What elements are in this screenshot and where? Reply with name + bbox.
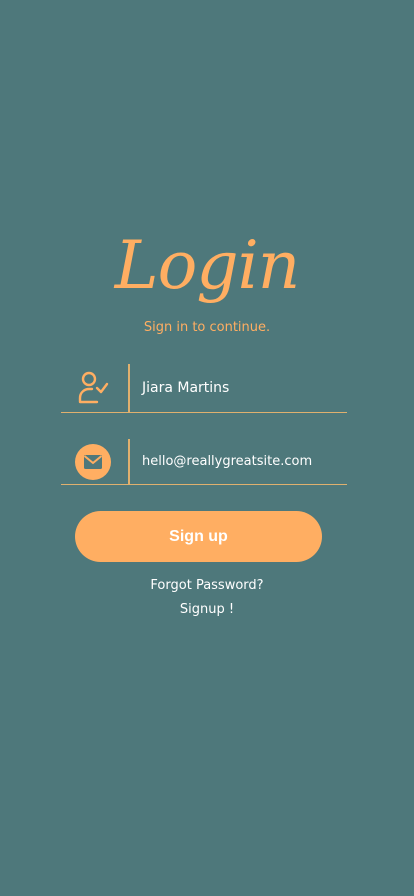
email-input[interactable]: hello@reallygreatsite.com bbox=[142, 439, 312, 484]
name-input[interactable]: Jiara Martins bbox=[142, 364, 229, 412]
forgot-password-link[interactable]: Forgot Password? bbox=[150, 578, 263, 593]
email-field-divider bbox=[128, 439, 130, 484]
envelope-icon bbox=[75, 439, 111, 484]
login-title: Login bbox=[114, 227, 300, 304]
name-field[interactable]: Jiara Martins bbox=[61, 364, 347, 413]
email-field[interactable]: hello@reallygreatsite.com bbox=[61, 439, 347, 485]
user-check-icon bbox=[75, 364, 111, 412]
forgot-password-row: Forgot Password? bbox=[0, 578, 414, 593]
login-subtitle: Sign in to continue. bbox=[143, 320, 271, 335]
name-field-divider bbox=[128, 364, 130, 412]
sign-up-button[interactable]: Sign up bbox=[75, 511, 322, 562]
signup-row: Signup ! bbox=[0, 602, 414, 617]
signup-link[interactable]: Signup ! bbox=[180, 602, 234, 617]
